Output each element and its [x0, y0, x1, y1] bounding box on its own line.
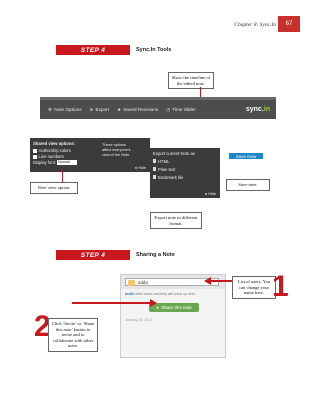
toolbar-label: Export [95, 107, 110, 112]
font-label: Display font: [33, 160, 57, 165]
export-button[interactable]: ➤ Export [90, 107, 110, 113]
export-panel: Export current Note as HTML Plain text B… [150, 148, 220, 198]
export-html[interactable]: HTML [153, 159, 217, 164]
logo-accent: in [263, 106, 270, 113]
note-date: January 15, 2012 [125, 318, 153, 322]
step-banner: STEP 4 [56, 250, 130, 260]
arrow-head [204, 277, 211, 285]
html-file-icon [153, 159, 156, 163]
save-button[interactable]: Save Now [228, 152, 264, 160]
user-color-icon [128, 280, 135, 286]
saved-revisions-button[interactable]: ★ Saved Revisions [117, 107, 158, 113]
page-number: 67 [278, 16, 300, 32]
chapter-header: Chapter 8: Sync.In [234, 22, 276, 28]
export-panel-hide[interactable]: ● Hide [205, 192, 216, 196]
checkbox[interactable] [33, 155, 37, 159]
user-name: adda [138, 279, 148, 285]
note-options-button[interactable]: ⚙ Note Options [48, 107, 82, 113]
users-callout: List of users. You can change your name … [232, 276, 276, 299]
editor-toolbar: ⚙ Note Options ➤ Export ★ Saved Revision… [40, 97, 276, 119]
step-title: Sharing a Note [136, 252, 175, 258]
callout-arrow [62, 170, 63, 182]
display-font-row: Display font: Normal [33, 160, 147, 166]
invite-link[interactable]: Invite [125, 292, 134, 296]
callout-number-one: 1 [272, 270, 289, 303]
view-callout: Note view option. [30, 182, 78, 194]
view-panel-note: These options affect everyone's view of … [102, 143, 131, 157]
invite-hint-text: other users and they will show up here. [135, 292, 196, 296]
callout-arrow [72, 302, 152, 304]
text-file-icon [153, 167, 156, 171]
callout-arrow [200, 87, 201, 97]
export-bookmark[interactable]: Bookmark file [153, 175, 217, 180]
export-callout: Export note in different format. [150, 212, 202, 229]
clock-icon: ◷ [166, 106, 171, 112]
bookmark-file-icon [153, 175, 156, 179]
share-button-label: Share this note [160, 305, 192, 310]
export-plain-text[interactable]: Plain text [153, 167, 217, 172]
save-callout: Save note. [226, 179, 270, 191]
invite-callout: Click ‘Invite’ or ‘Share this note’ butt… [48, 318, 98, 352]
toolbar-label: Saved Revisions [123, 107, 159, 112]
view-panel-hide[interactable]: ● Hide [135, 166, 146, 170]
checkbox[interactable] [33, 149, 37, 153]
star-icon: ★ [117, 106, 122, 112]
wrench-icon: ⚙ [48, 106, 53, 112]
export-heading: Export current Note as [153, 151, 195, 156]
step-title: Sync.In Tools [136, 47, 172, 53]
invite-hint: Invite other users and they will show up… [125, 292, 196, 296]
timeline-callout: Show the timeline of the edited note. [168, 72, 214, 89]
font-select[interactable]: Normal [57, 160, 78, 166]
export-icon: ➤ [89, 106, 94, 112]
time-slider-button[interactable]: ◷ Time Slider [166, 107, 196, 113]
step-banner: STEP 4 [56, 45, 130, 55]
sync-in-logo: sync.in [246, 106, 270, 113]
logo-main: sync. [245, 106, 264, 113]
toolbar-label: Note Options [54, 107, 82, 112]
view-options-panel: Shared view options: Authorship colors L… [30, 138, 150, 172]
arrow-head [150, 299, 157, 307]
share-panel: adda Invite other users and they will sh… [120, 274, 226, 358]
toolbar-label: Time Slider [172, 107, 196, 112]
